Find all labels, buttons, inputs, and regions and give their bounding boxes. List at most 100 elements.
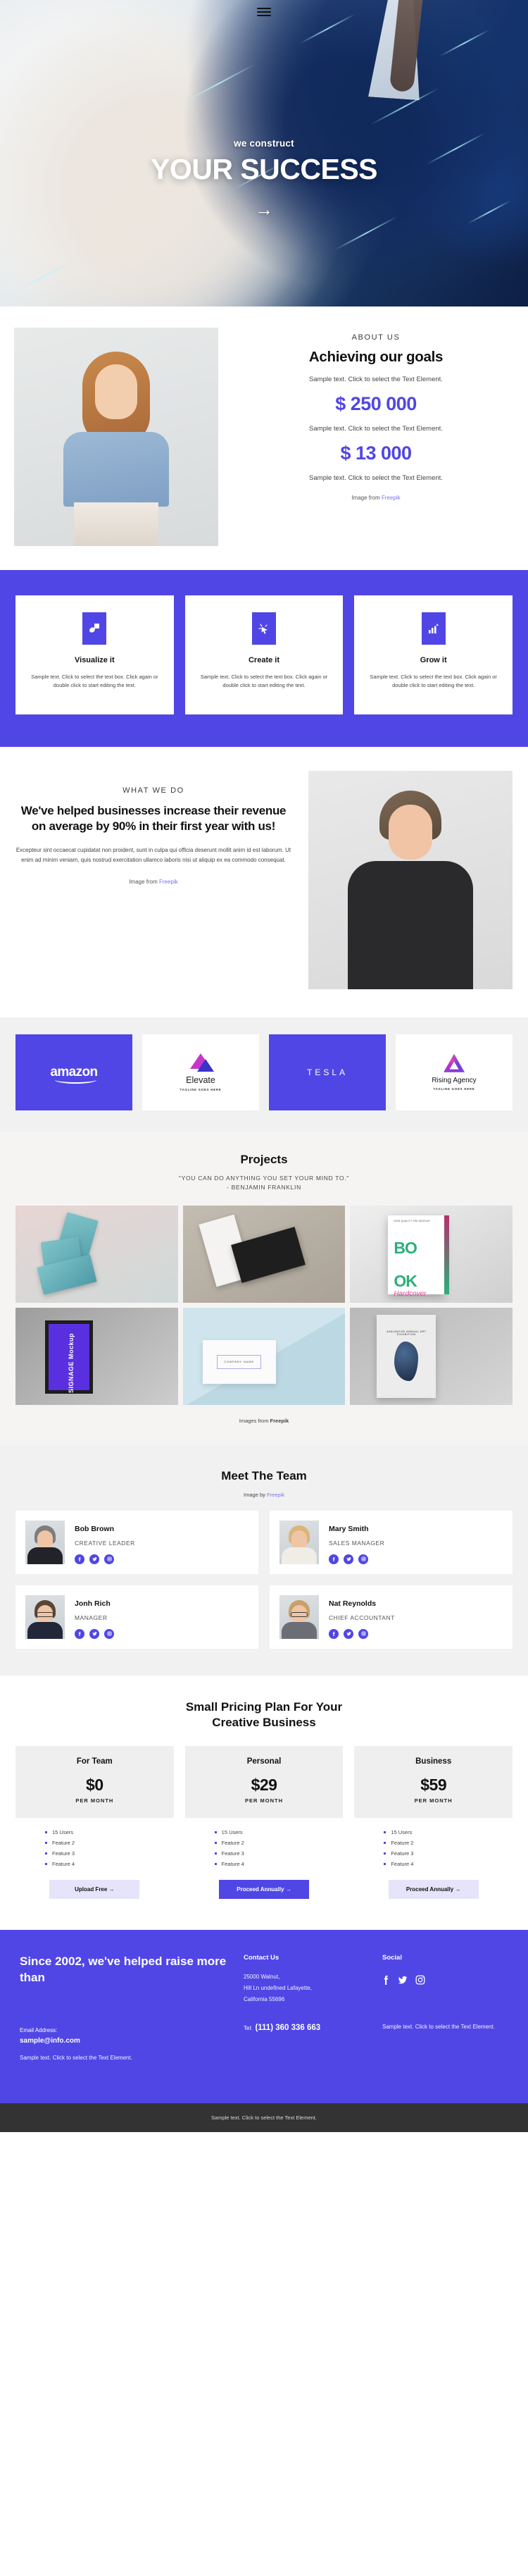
feature-text: Sample text. Click to select the text bo… xyxy=(31,674,158,689)
list-item: Feature 3 xyxy=(45,1850,174,1857)
list-item: Feature 3 xyxy=(214,1850,344,1857)
instagram-icon[interactable] xyxy=(358,1554,368,1564)
projects-quote-line-2: - BENJAMIN FRANKLIN xyxy=(227,1184,301,1191)
project-tile[interactable] xyxy=(182,1205,346,1303)
avatar xyxy=(279,1520,319,1564)
pricing-heading-line-1: Small Pricing Plan For Your xyxy=(185,1699,343,1714)
twitter-icon[interactable] xyxy=(89,1628,99,1639)
footer-note: Sample text. Click to select the Text El… xyxy=(20,2055,132,2061)
team-member-role: CHIEF ACCOUNTANT xyxy=(329,1614,395,1621)
hamburger-menu-icon[interactable] xyxy=(257,6,271,18)
pricing-plan-cta-button[interactable]: Upload Free → xyxy=(49,1880,140,1900)
project-tile[interactable]: HIGH QUALITY PSD MOCKUP BO OK Hardcover xyxy=(350,1205,513,1303)
project-tile[interactable]: COMPANY NAME xyxy=(182,1307,346,1405)
signage-mockup: SIGNAGE Mockup xyxy=(45,1320,93,1394)
team-member-card[interactable]: Nat Reynolds CHIEF ACCOUNTANT xyxy=(270,1585,513,1649)
team-member-socials xyxy=(329,1628,395,1639)
team-member-card[interactable]: Mary Smith SALES MANAGER xyxy=(270,1510,513,1574)
what-we-do-section: WHAT WE DO We've helped businesses incre… xyxy=(0,746,528,1017)
footer-heading: Since 2002, we've helped raise more than xyxy=(20,1955,227,1985)
pricing-plan-cta-button[interactable]: Proceed Annually → xyxy=(219,1880,309,1900)
logo-elevate-tagline: TAGLINE GOES HERE xyxy=(180,1087,222,1091)
footer-social-column: Social Sample text. Click to select the … xyxy=(382,1954,508,2061)
avatar xyxy=(25,1594,65,1639)
facebook-icon[interactable] xyxy=(382,1974,390,1986)
team-member-card[interactable]: Jonh Rich MANAGER xyxy=(15,1585,258,1649)
about-credit-link[interactable]: Freepik xyxy=(382,495,401,501)
list-item: Feature 2 xyxy=(214,1840,344,1846)
tile-5-text: COMPANY NAME xyxy=(217,1354,262,1369)
project-tile[interactable] xyxy=(15,1205,178,1303)
twitter-icon[interactable] xyxy=(398,1975,408,1985)
about-heading: Achieving our goals xyxy=(308,349,444,365)
feature-card[interactable]: Visualize it Sample text. Click to selec… xyxy=(15,595,174,714)
about-section: ABOUT US Achieving our goals Sample text… xyxy=(0,306,528,570)
twitter-icon[interactable] xyxy=(344,1554,353,1564)
footer: Since 2002, we've helped raise more than… xyxy=(0,1930,528,2103)
logo-elevate[interactable]: Elevate TAGLINE GOES HERE xyxy=(142,1034,259,1110)
logo-tesla[interactable]: TESLA xyxy=(269,1034,386,1110)
projects-quote-line-1: "YOU CAN DO ANYTHING YOU SET YOUR MIND T… xyxy=(178,1174,350,1182)
feature-title: Grow it xyxy=(420,656,447,664)
footer-contact-heading: Contact Us xyxy=(244,1954,279,1962)
logo-elevate-text: Elevate xyxy=(186,1075,215,1085)
team-member-card[interactable]: Bob Brown CREATIVE LEADER xyxy=(15,1510,258,1574)
project-tile[interactable]: SIGNAGE Mockup xyxy=(15,1307,178,1405)
poster-mockup: AVALANCHE ANNUAL ART EXHIBITION xyxy=(377,1314,436,1398)
footer-tel-number[interactable]: (111) 360 336 663 xyxy=(255,2024,320,2032)
team-member-role: MANAGER xyxy=(75,1614,108,1621)
pricing-plan-features: 15 Users Feature 2 Feature 3 Feature 4 xyxy=(15,1829,174,1867)
projects-quote: "YOU CAN DO ANYTHING YOU SET YOUR MIND T… xyxy=(15,1174,513,1193)
hero-arrow-icon[interactable]: → xyxy=(255,200,273,218)
list-item: Feature 2 xyxy=(45,1840,174,1846)
feature-text: Sample text. Click to select the text bo… xyxy=(200,674,328,689)
instagram-icon[interactable] xyxy=(358,1628,368,1639)
shapes-icon xyxy=(82,612,107,645)
what-we-do-credit-link[interactable]: Freepik xyxy=(159,879,178,885)
pricing-plan-name: Business xyxy=(415,1757,452,1766)
avatar xyxy=(25,1520,65,1564)
feature-title: Create it xyxy=(248,656,280,664)
instagram-icon[interactable] xyxy=(415,1975,425,1985)
twitter-icon[interactable] xyxy=(89,1554,99,1564)
team-credit-prefix: Image by xyxy=(244,1491,267,1498)
team-credit: Image by Freepik xyxy=(15,1492,513,1498)
feature-card[interactable]: Create it Sample text. Click to select t… xyxy=(184,595,344,714)
list-item: 15 Users xyxy=(384,1829,513,1835)
project-tile[interactable]: AVALANCHE ANNUAL ART EXHIBITION xyxy=(350,1307,513,1405)
projects-credit-link[interactable]: Freepik xyxy=(270,1418,289,1424)
projects-grid: HIGH QUALITY PSD MOCKUP BO OK Hardcover … xyxy=(15,1205,513,1405)
about-stat-2: $ 13 000 xyxy=(340,442,412,464)
feature-card[interactable]: Grow it Sample text. Click to select the… xyxy=(354,595,513,714)
list-item: Feature 3 xyxy=(384,1850,513,1857)
pricing-plan-price: $59 xyxy=(420,1776,447,1795)
instagram-icon[interactable] xyxy=(104,1554,114,1564)
logo-rising-agency[interactable]: Rising Agency TAGLINE GOES HERE xyxy=(396,1034,513,1110)
facebook-icon[interactable] xyxy=(329,1628,339,1639)
business-card-mockup: COMPANY NAME xyxy=(202,1339,276,1384)
twitter-icon[interactable] xyxy=(344,1628,353,1639)
pricing-plans: For Team $0 PER MONTH 15 Users Feature 2… xyxy=(15,1746,513,1900)
about-text-1: Sample text. Click to select the Text El… xyxy=(309,376,443,383)
pricing-plan-price: $29 xyxy=(251,1776,277,1795)
facebook-icon[interactable] xyxy=(75,1628,84,1639)
hero-copy: we construct YOUR SUCCESS → xyxy=(0,138,528,219)
pricing-plan-period: PER MONTH xyxy=(245,1797,283,1804)
instagram-icon[interactable] xyxy=(104,1628,114,1639)
footer-address-line-2: Hill Ln undefined Lafayette, xyxy=(244,1985,312,1992)
pricing-plan-period: PER MONTH xyxy=(414,1797,453,1804)
facebook-icon[interactable] xyxy=(329,1554,339,1564)
footer-email[interactable]: sample@info.com xyxy=(20,2037,231,2045)
team-section: Meet The Team Image by Freepik Bob Brown… xyxy=(0,1444,528,1676)
facebook-icon[interactable] xyxy=(75,1554,84,1564)
logo-rising-agency-tagline: TAGLINE GOES HERE xyxy=(433,1086,475,1091)
footer-contact-column: Contact Us 25000 Walnut, Hill Ln undefin… xyxy=(244,1954,370,2061)
logo-amazon[interactable]: amazon xyxy=(15,1034,132,1110)
about-credit-prefix: Image from xyxy=(351,495,382,501)
list-item: Feature 4 xyxy=(45,1861,174,1867)
what-we-do-credit: Image from Freepik xyxy=(15,879,291,885)
pricing-plan-cta-button[interactable]: Proceed Annually → xyxy=(388,1880,479,1900)
team-member-socials xyxy=(75,1628,114,1639)
team-heading: Meet The Team xyxy=(221,1468,307,1482)
team-credit-link[interactable]: Freepik xyxy=(267,1492,284,1498)
